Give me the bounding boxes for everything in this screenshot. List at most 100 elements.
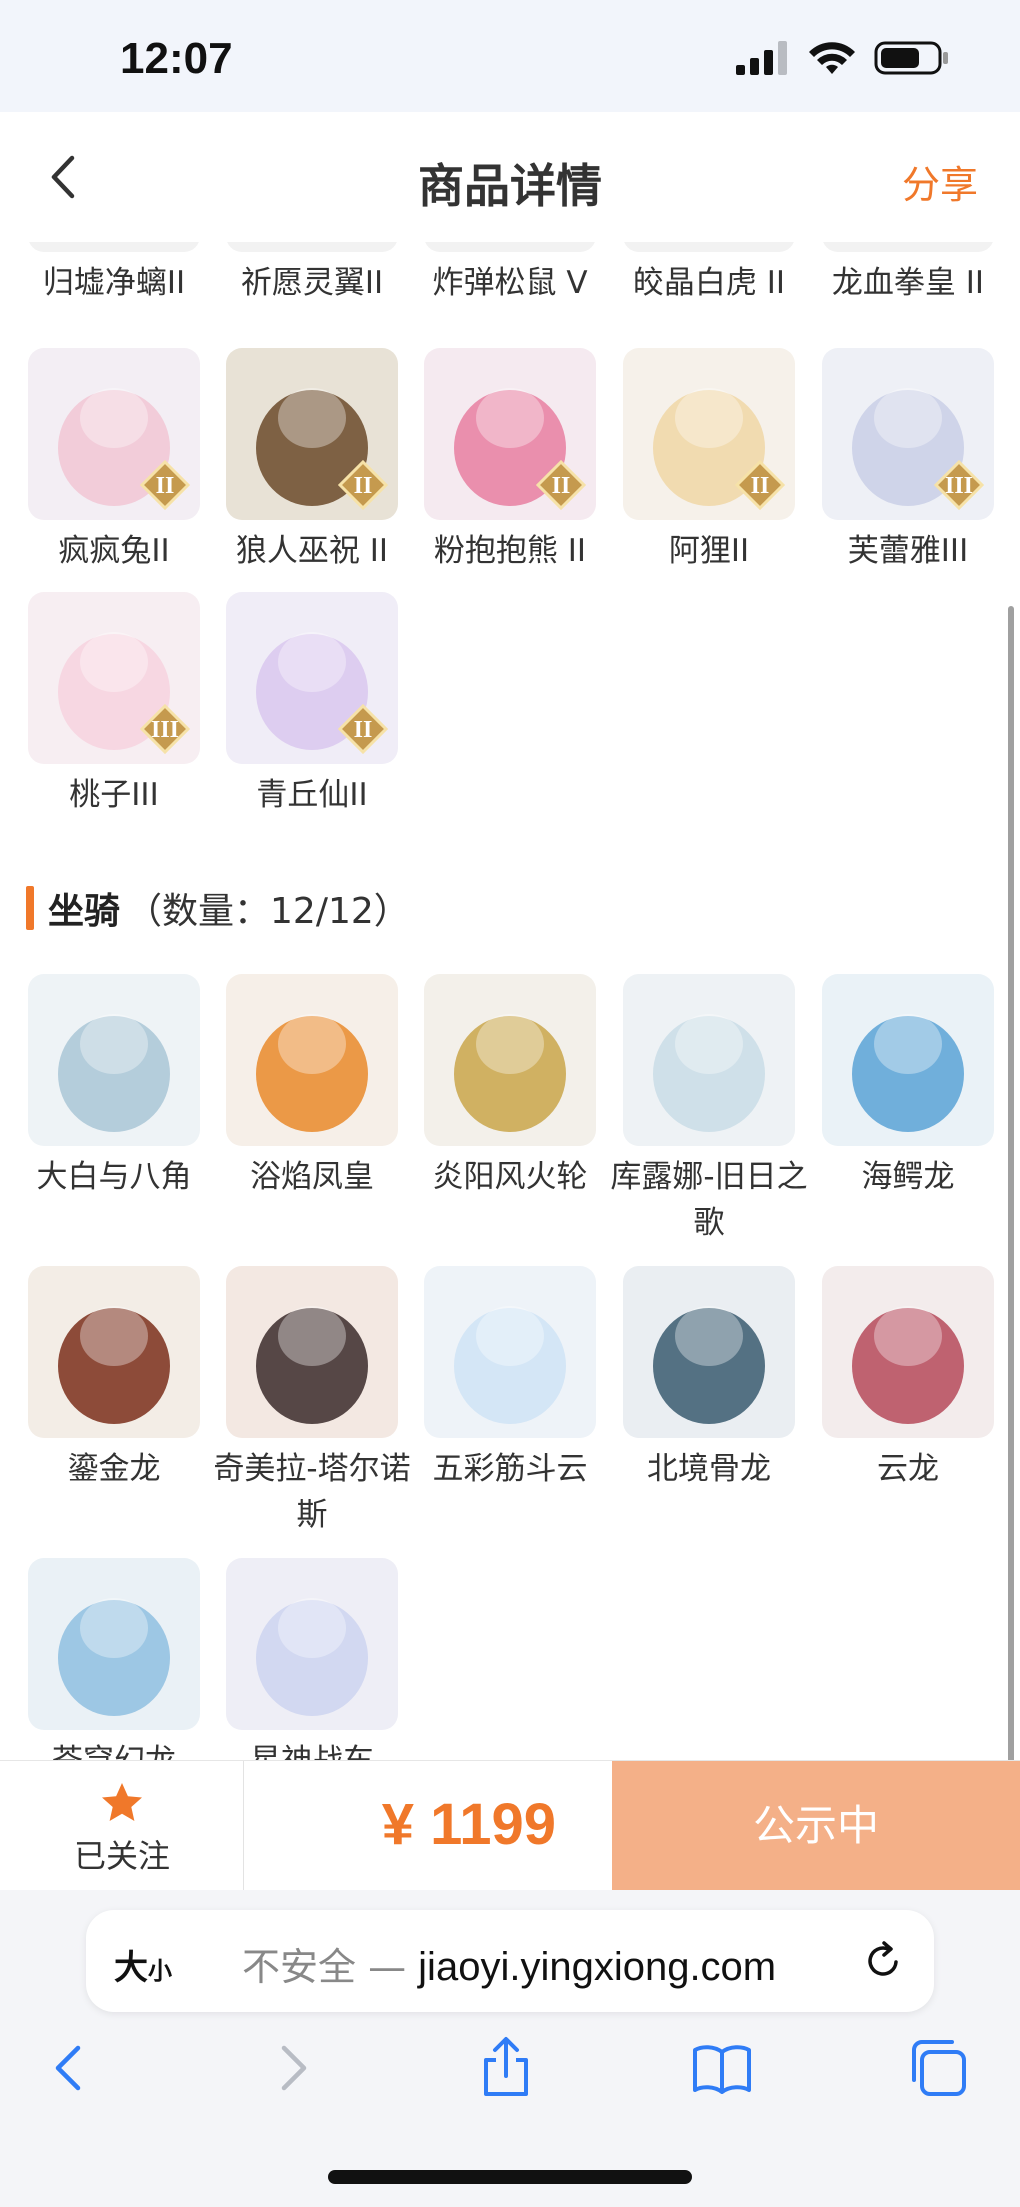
pink-bear-icon: II: [424, 348, 596, 520]
item-name: 狼人巫祝 II: [235, 533, 389, 569]
item-tile[interactable]: 炸弹松鼠 V: [424, 242, 596, 306]
item-name: 芙蕾雅III: [847, 533, 969, 569]
item-tile[interactable]: 云龙: [822, 1266, 994, 1492]
tier-badge-icon: II: [536, 460, 586, 510]
bookmarks-icon[interactable]: [690, 2036, 754, 2100]
item-image: [226, 242, 398, 252]
whale-icon: [28, 974, 200, 1146]
item-tile[interactable]: 苍穹幻龙: [28, 1558, 200, 1760]
tabs-icon[interactable]: [906, 2036, 970, 2100]
battery-icon: [874, 41, 948, 75]
item-name: 大白与八角: [36, 1159, 192, 1195]
text-size-large: 大: [114, 1949, 148, 1987]
follow-label: 已关注: [73, 1837, 170, 1875]
item-name: 归墟净螭II: [42, 265, 186, 301]
signal-icon: [736, 41, 787, 75]
pink-rabbit-icon: II: [28, 348, 200, 520]
text-size-button[interactable]: 大小: [114, 1940, 172, 1989]
svg-text:II: II: [354, 473, 373, 499]
item-tile[interactable]: 皎晶白虎 II: [623, 242, 795, 306]
share-icon[interactable]: [474, 2036, 538, 2100]
item-name: 鎏金龙: [67, 1451, 161, 1487]
svg-text:II: II: [751, 473, 770, 499]
status-bar: 12:07: [0, 0, 1020, 112]
item-tile[interactable]: 祈愿灵翼II: [226, 242, 398, 306]
item-name: 桃子III: [69, 777, 159, 813]
item-tile[interactable]: 龙血拳皇 II: [822, 242, 994, 306]
item-name: 祈愿灵翼II: [240, 265, 384, 301]
status-time: 12:07: [120, 34, 233, 83]
item-tile[interactable]: 大白与八角: [28, 974, 200, 1200]
item-name: 龙血拳皇 II: [831, 265, 985, 301]
fire-wheel-icon: [424, 974, 596, 1146]
item-name: 库露娜-旧日之歌: [610, 1159, 808, 1241]
item-name: 星神战车: [212, 1738, 412, 1760]
scrollbar[interactable]: [1008, 606, 1014, 1836]
item-name: 疯疯兔II: [58, 533, 170, 569]
item-image: [822, 242, 994, 252]
pink-cat-icon: III: [28, 592, 200, 764]
item-tile[interactable]: 北境骨龙: [623, 1266, 795, 1492]
product-detail-content[interactable]: 归墟净螭II 祈愿灵翼II 炸弹松鼠 V 皎晶白虎 II 龙血拳皇 II II 疯疯兔II…: [0, 242, 1020, 1760]
item-image: [623, 242, 795, 252]
url-domain: jiaoyi.yingxiong.com: [418, 1945, 777, 1989]
svg-text:II: II: [552, 473, 571, 499]
insecure-label: 不安全 —: [242, 1945, 419, 1989]
item-image: [28, 242, 200, 252]
item-tile[interactable]: 库露娜-旧日之歌: [610, 974, 808, 1246]
item-name: 云龙: [877, 1451, 939, 1487]
status-button[interactable]: 公示中: [612, 1761, 1020, 1891]
follow-button[interactable]: 已关注: [0, 1761, 244, 1891]
tier-badge-icon: III: [934, 460, 984, 510]
cloud-dragon-icon: [822, 1266, 994, 1438]
url-text: 不安全 — jiaoyi.yingxiong.com: [242, 1936, 776, 1991]
section-accent-bar: [26, 886, 34, 930]
item-tile[interactable]: III 桃子III: [28, 592, 200, 818]
sea-dragon-icon: [822, 974, 994, 1146]
item-name: 苍穹幻龙: [14, 1738, 214, 1760]
share-button[interactable]: 分享: [902, 154, 978, 209]
tier-badge-icon: III: [140, 704, 190, 754]
item-tile[interactable]: 奇美拉-塔尔诺斯: [213, 1266, 411, 1538]
cloud-icon: [424, 1266, 596, 1438]
item-name: 炸弹松鼠 V: [432, 265, 588, 301]
item-tile[interactable]: III 芙蕾雅III: [822, 348, 994, 574]
section-count: （数量：12/12）: [126, 891, 410, 932]
tier-badge-icon: II: [735, 460, 785, 510]
page-title: 商品详情: [418, 159, 602, 213]
phoenix-icon: [226, 974, 398, 1146]
item-tile[interactable]: 鎏金龙: [28, 1266, 200, 1492]
wifi-icon: [809, 42, 855, 74]
item-tile[interactable]: II 粉抱抱熊 II: [424, 348, 596, 574]
bone-dragon-icon: [623, 1266, 795, 1438]
svg-text:II: II: [354, 717, 373, 743]
price: ¥ 1199: [381, 1792, 556, 1857]
item-tile[interactable]: 海鳄龙: [822, 974, 994, 1200]
page-header: 商品详情 分享: [0, 112, 1020, 242]
text-size-small: 小: [148, 1958, 172, 1985]
gold-dragon-icon: [28, 1266, 200, 1438]
svg-text:III: III: [151, 717, 179, 743]
item-tile[interactable]: II 疯疯兔II: [28, 348, 200, 574]
item-name: 五彩筋斗云: [432, 1451, 588, 1487]
chimera-icon: [226, 1266, 398, 1438]
item-tile[interactable]: II 阿狸II: [623, 348, 795, 574]
fox-fairy-icon: II: [226, 592, 398, 764]
mounts-section-title: 坐骑 （数量：12/12）: [26, 882, 410, 934]
back-nav-icon[interactable]: [38, 2036, 102, 2100]
section-name: 坐骑: [48, 891, 121, 932]
home-indicator: [328, 2170, 692, 2184]
item-tile[interactable]: II 青丘仙II: [226, 592, 398, 818]
item-tile[interactable]: 归墟净螭II: [28, 242, 200, 306]
item-name: 北境骨龙: [647, 1451, 771, 1487]
item-tile[interactable]: II 狼人巫祝 II: [226, 348, 398, 574]
werewolf-icon: II: [226, 348, 398, 520]
item-tile[interactable]: 炎阳风火轮: [424, 974, 596, 1200]
reload-icon[interactable]: [860, 1938, 906, 1984]
item-tile[interactable]: 五彩筋斗云: [424, 1266, 596, 1492]
item-tile[interactable]: 浴焰凤皇: [226, 974, 398, 1200]
address-bar[interactable]: 大小 不安全 — jiaoyi.yingxiong.com: [86, 1910, 934, 2012]
forward-nav-icon[interactable]: [260, 2036, 324, 2100]
item-name: 皎晶白虎 II: [632, 265, 786, 301]
item-tile[interactable]: 星神战车: [226, 1558, 398, 1760]
